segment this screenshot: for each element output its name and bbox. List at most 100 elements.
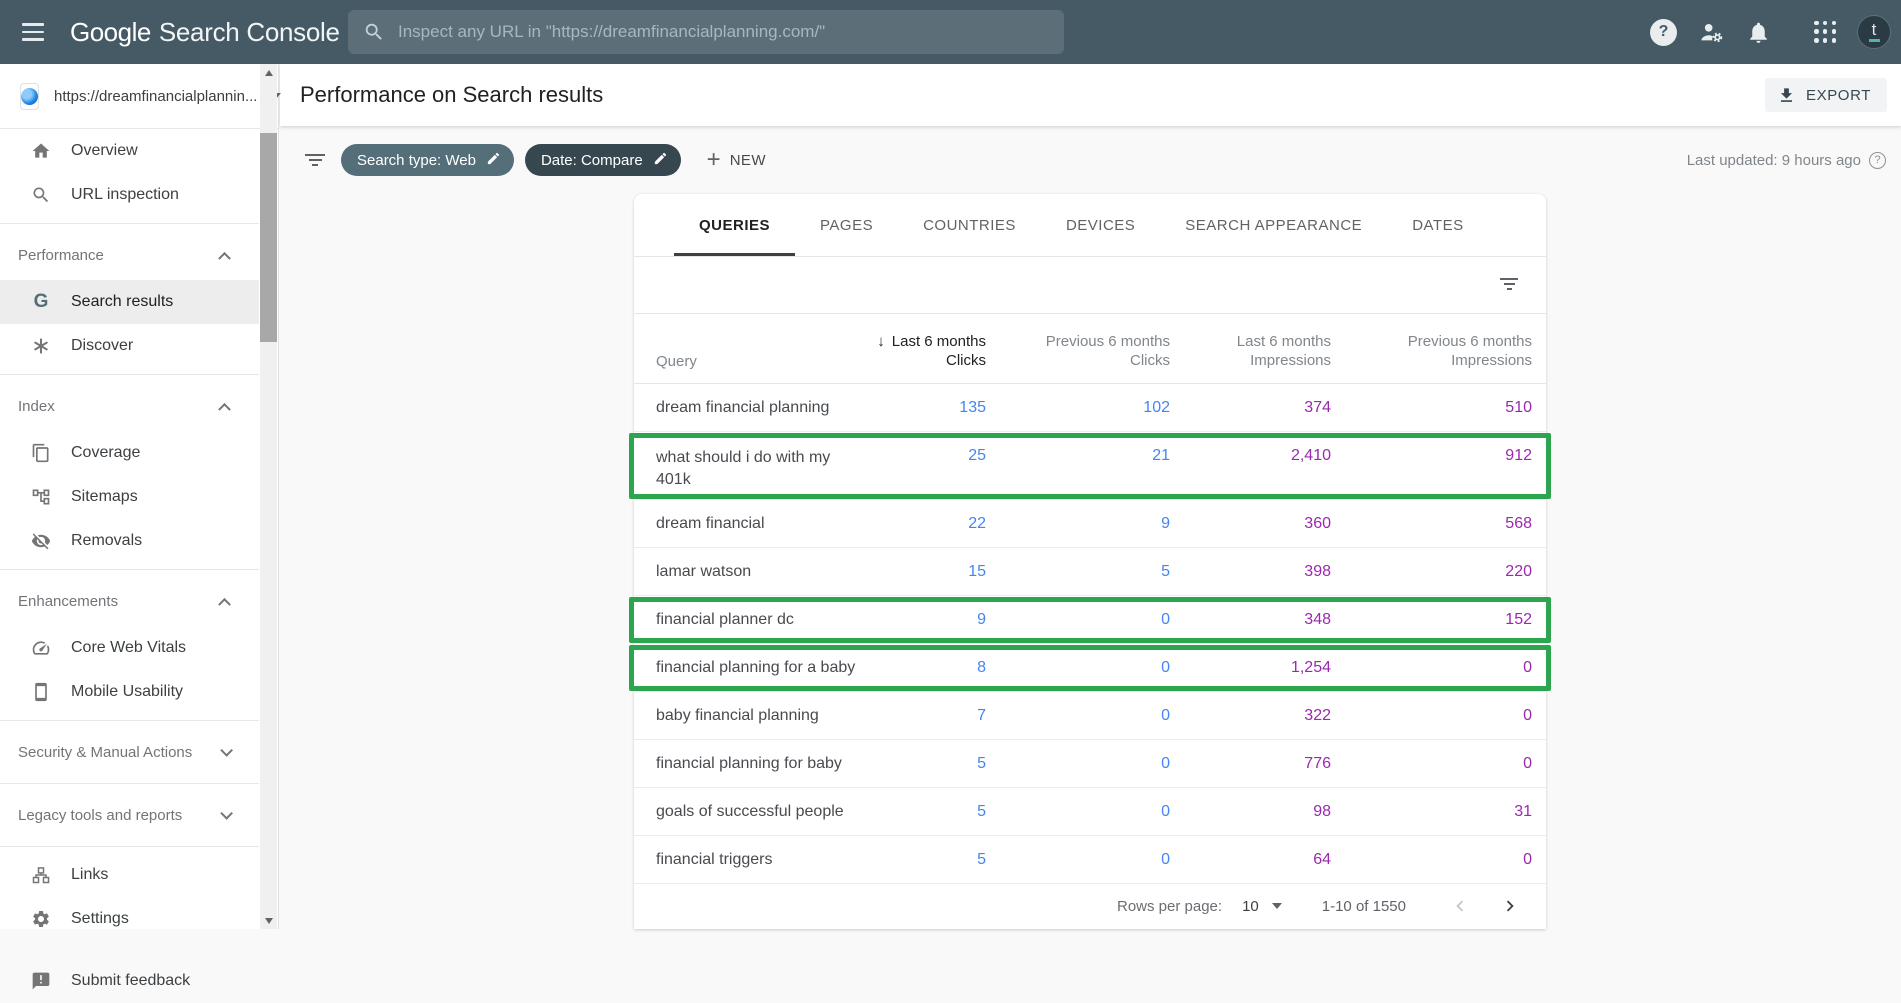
table-row[interactable]: baby financial planning703220 (634, 692, 1546, 740)
query-cell: financial planning for baby (634, 753, 856, 775)
menu-icon[interactable] (22, 23, 46, 41)
table-row[interactable]: financial planning for a baby801,2540 (634, 644, 1546, 692)
column-header-previous-6-months-impressions[interactable]: Previous 6 monthsImpressions (1331, 332, 1532, 383)
previous-page-icon[interactable] (1448, 894, 1472, 918)
value-cell-clicks: 5 (856, 803, 986, 821)
sidebar-item-discover[interactable]: Discover (0, 324, 259, 368)
value-cell-clicks: 5 (856, 851, 986, 869)
value-cell-clicks: 15 (856, 563, 986, 581)
sidebar-section-index[interactable]: Index (0, 381, 259, 431)
column-header-last-6-months-impressions[interactable]: Last 6 monthsImpressions (1170, 332, 1331, 383)
sidebar-item-search-results[interactable]: GSearch results (0, 280, 259, 324)
query-cell: baby financial planning (634, 705, 856, 727)
column-header-previous-6-months-clicks[interactable]: Previous 6 monthsClicks (986, 332, 1170, 383)
sidebar-item-label: Removals (71, 532, 142, 550)
manage-users-icon[interactable] (1698, 19, 1725, 46)
table-row[interactable]: dream financial planning135102374510 (634, 384, 1546, 432)
value-cell-clicks: 0 (986, 659, 1170, 677)
logo-search-console: Search Console (159, 17, 340, 47)
sidebar-item-core-web-vitals[interactable]: Core Web Vitals (0, 626, 259, 670)
table-row[interactable]: financial triggers50640 (634, 836, 1546, 884)
table-row[interactable]: what should i do with my401k25212,410912 (634, 432, 1546, 500)
report-card: QUERIESPAGESCOUNTRIESDEVICESSEARCH APPEA… (634, 194, 1546, 929)
tab-dates[interactable]: DATES (1387, 194, 1488, 256)
sidebar-section-security-manual-actions[interactable]: Security & Manual Actions (0, 727, 259, 777)
help-icon[interactable]: ? (1650, 19, 1677, 46)
notifications-icon[interactable] (1746, 20, 1771, 45)
export-button[interactable]: EXPORT (1765, 78, 1887, 112)
help-circle-icon[interactable]: ? (1869, 152, 1886, 169)
edit-pencil-icon[interactable] (486, 151, 501, 170)
value-cell-impressions: 0 (1331, 851, 1532, 869)
next-page-icon[interactable] (1498, 894, 1522, 918)
sidebar-item-mobile-usability[interactable]: Mobile Usability (0, 670, 259, 714)
last-updated: Last updated: 9 hours ago ? (1687, 152, 1886, 169)
tab-pages[interactable]: PAGES (795, 194, 898, 256)
scroll-up-icon[interactable] (260, 64, 277, 81)
value-cell-clicks: 9 (856, 611, 986, 629)
new-filter-button[interactable]: + NEW (707, 148, 766, 172)
scrollbar-thumb[interactable] (260, 133, 277, 342)
avatar[interactable]: t (1857, 15, 1891, 49)
sidebar-item-url-inspection[interactable]: URL inspection (0, 173, 259, 217)
sidebar-item-settings[interactable]: Settings (0, 897, 259, 941)
value-cell-impressions: 776 (1170, 755, 1331, 773)
pagination-range: 1-10 of 1550 (1322, 898, 1406, 915)
value-cell-clicks: 0 (986, 851, 1170, 869)
sort-arrow-icon: ↓ (877, 333, 885, 350)
sidebar-item-removals[interactable]: Removals (0, 519, 259, 563)
export-label: EXPORT (1806, 87, 1871, 104)
query-cell: dream financial planning (634, 397, 856, 419)
sidebar-item-submit-feedback[interactable]: Submit feedback (0, 959, 259, 1003)
table-row[interactable]: financial planner dc90348152 (634, 596, 1546, 644)
sidebar-divider (0, 223, 259, 224)
app-logo[interactable]: GoogleSearch Console (70, 17, 340, 48)
sidebar-section-performance[interactable]: Performance (0, 230, 259, 280)
filter-icon[interactable] (305, 154, 325, 167)
table-toolbar (634, 257, 1546, 314)
section-label: Legacy tools and reports (18, 807, 182, 824)
column-header-last-6-months-clicks[interactable]: ↓Last 6 monthsClicks (856, 332, 986, 383)
sidebar-item-overview[interactable]: Overview (0, 129, 259, 173)
sidebar-divider (0, 720, 259, 721)
page-title: Performance on Search results (300, 82, 603, 108)
value-cell-impressions: 0 (1331, 755, 1532, 773)
property-selector[interactable]: https://dreamfinancialplannin... (0, 64, 278, 129)
page-header: Performance on Search results EXPORT (280, 64, 1901, 126)
query-cell: financial planner dc (634, 609, 856, 631)
tab-countries[interactable]: COUNTRIES (898, 194, 1041, 256)
site-favicon (20, 83, 39, 110)
sidebar-scrollbar[interactable] (260, 64, 277, 929)
tab-search-appearance[interactable]: SEARCH APPEARANCE (1160, 194, 1387, 256)
tab-queries[interactable]: QUERIES (674, 194, 795, 256)
url-inspect-searchbox[interactable]: Inspect any URL in "https://dreamfinanci… (348, 10, 1064, 54)
filter-chip-search-type-web[interactable]: Search type: Web (341, 144, 514, 176)
sidebar-item-label: Mobile Usability (71, 683, 183, 701)
sidebar-item-links[interactable]: Links (0, 853, 259, 897)
tab-devices[interactable]: DEVICES (1041, 194, 1160, 256)
apps-grid-icon[interactable] (1814, 21, 1837, 44)
value-cell-clicks: 22 (856, 515, 986, 533)
sidebar-item-coverage[interactable]: Coverage (0, 431, 259, 475)
table-row[interactable]: goals of successful people509831 (634, 788, 1546, 836)
table-row[interactable]: dream financial229360568 (634, 500, 1546, 548)
table-row[interactable]: financial planning for baby507760 (634, 740, 1546, 788)
new-label: NEW (730, 152, 766, 169)
value-cell-impressions: 1,254 (1170, 659, 1331, 677)
edit-pencil-icon[interactable] (653, 151, 668, 170)
value-cell-impressions: 152 (1331, 611, 1532, 629)
rows-per-page-value[interactable]: 10 (1242, 898, 1259, 915)
discover-icon (30, 336, 52, 356)
header-line1: ↓Last 6 months (856, 332, 986, 351)
column-header-query[interactable]: Query (634, 353, 856, 383)
scroll-down-icon[interactable] (260, 912, 277, 929)
sidebar-item-sitemaps[interactable]: Sitemaps (0, 475, 259, 519)
value-cell-clicks: 102 (986, 399, 1170, 417)
table-filter-icon[interactable] (1500, 278, 1518, 290)
sidebar-section-enhancements[interactable]: Enhancements (0, 576, 259, 626)
rows-per-page-dropdown-icon[interactable] (1272, 903, 1282, 909)
table-row[interactable]: lamar watson155398220 (634, 548, 1546, 596)
filter-chip-date-compare[interactable]: Date: Compare (525, 144, 681, 176)
sidebar-section-legacy-tools-and-reports[interactable]: Legacy tools and reports (0, 790, 259, 840)
sidebar: https://dreamfinancialplannin... Overvie… (0, 64, 279, 929)
